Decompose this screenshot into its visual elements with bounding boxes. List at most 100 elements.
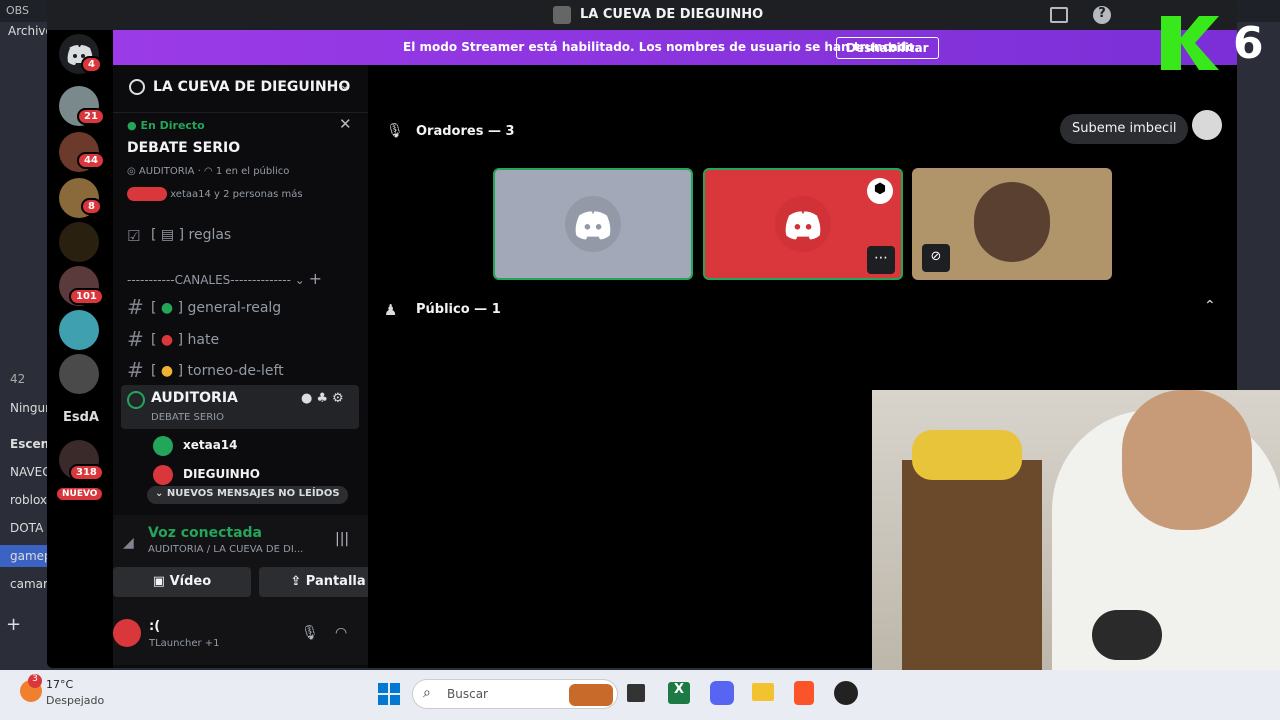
windows-start-icon[interactable] — [378, 683, 400, 705]
avatar — [153, 436, 173, 456]
video-label: Vídeo — [169, 574, 212, 589]
server-icon[interactable] — [59, 354, 99, 394]
category-label: -----------CANALES-------------- — [127, 273, 291, 287]
signal-icon: ◢ — [123, 535, 134, 551]
svg-text:6: 6 — [1233, 18, 1264, 69]
rules-icon: ☑ — [127, 227, 141, 245]
live-label: ● En Directo — [127, 119, 205, 132]
obs-item[interactable]: NAVEG — [0, 461, 50, 483]
moderator-icon: ⬢ — [867, 178, 893, 204]
voice-channel-auditoria[interactable]: AUDITORIA DEBATE SERIO ●♣⚙ — [121, 385, 359, 429]
excel-icon[interactable]: X — [668, 682, 690, 704]
search-icon: ⌕ — [423, 685, 431, 701]
globe-icon: ● — [160, 300, 174, 316]
unread-badge: 318 — [69, 464, 104, 481]
soundboard-icon[interactable]: ||| — [335, 531, 349, 547]
promote-button[interactable]: Subeme imbecil — [1060, 114, 1189, 144]
unread-badge: 44 — [77, 152, 105, 169]
help-icon[interactable]: ? — [1093, 6, 1111, 24]
server-icon[interactable] — [59, 222, 99, 262]
unread-badge: 101 — [69, 288, 104, 305]
voice-channel-sub: DEBATE SERIO — [151, 412, 224, 423]
search-highlight-icon — [569, 684, 613, 706]
chevron-up-icon[interactable]: ⌃ — [1204, 298, 1216, 314]
voice-user[interactable]: xetaa14 — [183, 438, 238, 452]
headphones-icon[interactable]: ◠ — [335, 625, 347, 641]
file-explorer-icon[interactable] — [752, 683, 774, 701]
disable-button[interactable]: Deshabilitar — [836, 37, 939, 59]
avatar — [153, 465, 173, 485]
streamer-banner: El modo Streamer está habilitado. Los no… — [113, 30, 1237, 65]
channel-general[interactable]: #[ ● ] general-realg — [127, 295, 281, 319]
community-icon — [129, 79, 145, 95]
weather-temp: 17°C — [46, 678, 74, 691]
server-folder-label[interactable]: EsdA — [63, 410, 99, 425]
trophy-icon: ● — [160, 363, 174, 379]
inbox-icon[interactable] — [1050, 7, 1068, 23]
avatar — [974, 182, 1050, 262]
voice-location-channel: AUDITORIA — [148, 544, 204, 555]
server-header[interactable]: LA CUEVA DE DIEGUINHO ⌄ — [113, 65, 368, 113]
close-icon[interactable]: ✕ — [339, 115, 352, 133]
unread-pill[interactable]: ⌄ NUEVOS MENSAJES NO LEÍDOS — [147, 486, 348, 504]
k6-logo: 6 — [1161, 10, 1280, 72]
obs-add-icon[interactable]: + — [6, 614, 21, 635]
angry-icon: ● — [160, 332, 174, 348]
chevron-down-icon: ⌄ — [339, 77, 351, 93]
task-view-icon[interactable] — [627, 684, 645, 702]
new-badge: NUEVO — [55, 486, 105, 502]
obs-menu-archivo[interactable]: Archivo — [0, 24, 53, 38]
obs-item[interactable]: gamep — [0, 545, 50, 567]
username[interactable]: :( — [149, 619, 160, 634]
microphone-icon: 🎙 — [386, 123, 404, 139]
channel-rules[interactable]: ☑[ ▤ ] reglas — [127, 227, 231, 245]
audience-heading: Público — 1 — [416, 302, 501, 317]
notification-badge: 3 — [28, 674, 42, 688]
channel-label: general-realg — [187, 300, 282, 316]
obs-item[interactable]: Ningun — [0, 397, 50, 419]
user-panel: ◢ Voz conectada AUDITORIA / LA CUEVA DE … — [113, 515, 397, 665]
brave-icon[interactable] — [794, 681, 814, 705]
obs-item[interactable]: Escena — [0, 433, 50, 455]
taskbar: 3 17°C Despejado ⌕ Buscar X — [0, 670, 1280, 720]
server-icon[interactable] — [59, 310, 99, 350]
user-avatar[interactable] — [113, 619, 141, 647]
more-options-icon[interactable]: ⋯ — [867, 246, 895, 274]
obs-item[interactable]: camar — [0, 573, 50, 595]
obs-item[interactable]: roblox — [0, 489, 50, 511]
channel-sidebar: LA CUEVA DE DIEGUINHO ⌄ ● En Directo ✕ D… — [113, 65, 397, 668]
voice-actions[interactable]: ●♣⚙ — [301, 391, 348, 406]
server-icon — [553, 6, 571, 24]
speaker-tile[interactable] — [493, 168, 693, 280]
obs-item[interactable]: DOTA C — [0, 517, 50, 539]
obs-taskbar-icon[interactable] — [834, 681, 858, 705]
discord-taskbar-icon[interactable] — [710, 681, 734, 705]
unread-badge: 8 — [81, 198, 102, 215]
channel-torneo[interactable]: #[ ● ] torneo-de-left — [127, 358, 284, 382]
stage-channel: AUDITORIA — [138, 166, 195, 177]
voice-user[interactable]: DIEGUINHO — [183, 467, 260, 481]
speaker-tile[interactable]: ⊘ — [912, 168, 1112, 280]
voice-location-server: / LA CUEVA DE DI... — [206, 544, 304, 555]
microphone-icon[interactable]: 🎙 — [301, 625, 319, 641]
video-button[interactable]: ▣ Vídeo — [113, 567, 251, 597]
search-box[interactable]: ⌕ Buscar — [412, 679, 618, 709]
add-channel-icon[interactable]: + — [309, 269, 322, 288]
weather-desc: Despejado — [46, 694, 105, 707]
hash-icon: # — [127, 358, 144, 382]
discord-logo-icon — [775, 196, 831, 252]
screen-label: Pantalla — [305, 574, 366, 589]
obs-num: 42 — [10, 372, 26, 386]
user-activity: TLauncher +1 — [149, 638, 220, 649]
avatar[interactable] — [1192, 110, 1222, 140]
stage-title[interactable]: DEBATE SERIO — [127, 140, 240, 156]
discord-logo-icon — [565, 196, 621, 252]
webcam-face — [1122, 390, 1252, 530]
category-header[interactable]: -----------CANALES-------------- ⌄ + — [127, 269, 322, 288]
voice-status[interactable]: Voz conectada — [148, 525, 262, 541]
speaker-tile[interactable]: ⬢ ⋯ — [703, 168, 903, 280]
voice-channel-name: AUDITORIA — [151, 390, 238, 406]
channel-hate[interactable]: #[ ● ] hate — [127, 327, 219, 351]
webcam-overlay — [872, 390, 1280, 716]
unread-text: NUEVOS MENSAJES NO LEÍDOS — [166, 488, 340, 499]
